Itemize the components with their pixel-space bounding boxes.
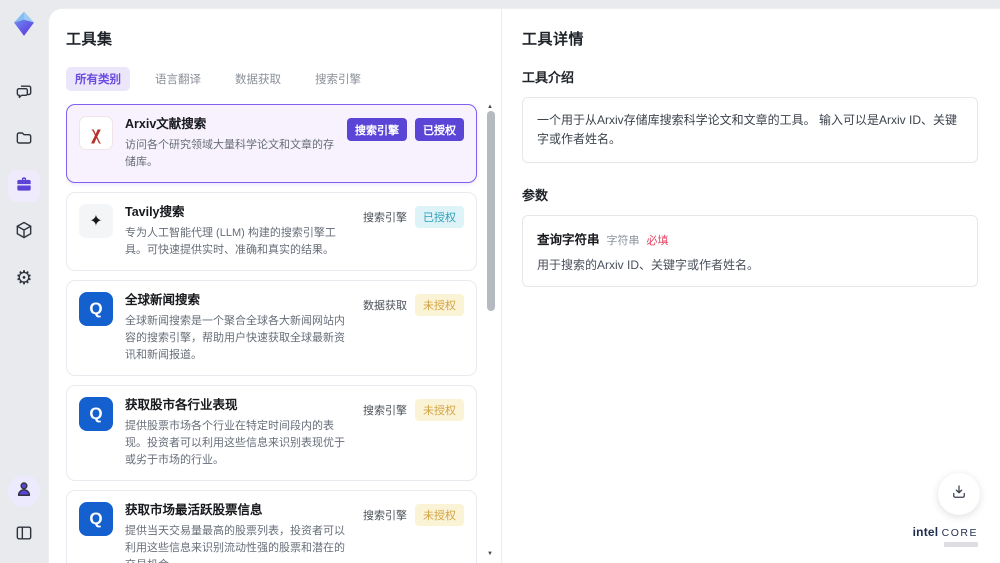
arxiv-logo-icon: χ (79, 116, 113, 150)
tool-name: Tavily搜索 (125, 204, 185, 219)
folder-icon (14, 128, 34, 153)
news-q-logo-icon: Q (79, 396, 113, 431)
gear-icon: ⚙ (15, 267, 33, 289)
sidebar-item-collapse[interactable] (8, 519, 40, 551)
sidebar-item-chat[interactable] (8, 78, 40, 110)
tool-description: 全球新闻搜索是一个聚合全球各大新闻网站内容的搜索引擎，帮助用户快速获取全球最新资… (125, 314, 345, 361)
page-title: 工具集 (66, 31, 113, 48)
sidebar-bottom (8, 475, 40, 551)
details-title: 工具详情 (522, 31, 585, 48)
intro-heading: 工具介绍 (522, 70, 575, 85)
tool-details-panel: 工具详情 工具介绍 一个用于从Arxiv存储库搜索科学论文和文章的工具。 输入可… (501, 9, 1000, 563)
tool-intro-text: 一个用于从Arxiv存储库搜索科学论文和文章的工具。 输入可以是Arxiv ID… (522, 97, 978, 164)
tool-list-item[interactable]: Q 获取股市各行业表现 提供股票市场各个行业在特定时间段内的表现。投资者可以利用… (66, 384, 477, 481)
tool-description: 提供股票市场各个行业在特定时间段内的表现。投资者可以利用这些信息来识别表现优于或… (125, 419, 345, 466)
category-tab[interactable]: 数据获取 (226, 67, 290, 91)
param-name: 查询字符串 (537, 233, 600, 248)
toolbox-icon (14, 174, 34, 199)
tools-panel: 工具集 所有类别 语言翻译 数据获取 搜索引擎 χ Arxiv文献搜索 访问各个研究领… (49, 9, 501, 563)
panel-toggle-icon (14, 523, 34, 548)
tool-category-badge: 数据获取 (363, 299, 407, 312)
news-q-logo-icon: Q (79, 501, 113, 536)
tool-name: 获取市场最活跃股票信息 (125, 502, 263, 517)
download-icon (950, 483, 968, 506)
tool-list-item[interactable]: Q 全球新闻搜索 全球新闻搜索是一个聚合全球各大新闻网站内容的搜索引擎，帮助用户… (66, 279, 477, 376)
tool-auth-badge: 未授权 (415, 398, 464, 421)
tool-category-badge: 搜索引擎 (347, 118, 407, 141)
tool-category-badge: 搜索引擎 (363, 509, 407, 522)
scroll-down-arrow-icon[interactable]: ▼ (487, 551, 493, 557)
scroll-up-arrow-icon[interactable]: ▲ (487, 104, 493, 110)
tool-category-badge: 搜索引擎 (363, 211, 407, 224)
tool-auth-badge: 未授权 (415, 293, 464, 316)
app-logo-gem-icon[interactable] (9, 10, 39, 40)
category-tab[interactable]: 搜索引擎 (306, 67, 370, 91)
tool-description: 提供当天交易量最高的股票列表，投资者可以利用这些信息来识别流动性强的股票和潜在的… (125, 524, 345, 563)
news-q-logo-icon: Q (79, 291, 113, 326)
cube-icon (14, 220, 34, 245)
tool-list-item[interactable]: Q 获取市场最活跃股票信息 提供当天交易量最高的股票列表，投资者可以利用这些信息… (66, 489, 477, 563)
tool-name: 获取股市各行业表现 (125, 397, 238, 412)
category-tab[interactable]: 语言翻译 (146, 67, 210, 91)
chat-icon (14, 82, 34, 107)
tool-name: Arxiv文献搜索 (125, 117, 207, 131)
tool-list-container: χ Arxiv文献搜索 访问各个研究领域大量科学论文和文章的存储库。 搜索引擎 … (66, 104, 501, 563)
sidebar-item-packages[interactable] (8, 216, 40, 248)
app-window: ⚙ 工具集 所有类别 语言翻译 数据获取 搜索引擎 χ Arxiv文献搜索 访问… (0, 0, 1000, 563)
param-description: 用于搜索的Arxiv ID、关键字或作者姓名。 (537, 258, 760, 273)
params-heading: 参数 (522, 188, 549, 204)
sidebar-item-tools[interactable] (8, 170, 40, 202)
tool-auth-badge: 已授权 (415, 118, 464, 141)
tool-name: 全球新闻搜索 (125, 292, 201, 307)
sidebar-nav: ⚙ (8, 78, 40, 294)
sparkle-icon: ✦ (79, 203, 113, 238)
tool-description: 访问各个研究领域大量科学论文和文章的存储库。 (125, 138, 334, 168)
category-tabs: 所有类别 语言翻译 数据获取 搜索引擎 (66, 67, 501, 91)
brand-intel: intel (912, 525, 939, 539)
scrollbar-thumb[interactable] (487, 111, 495, 311)
tool-description: 专为人工智能代理 (LLM) 构建的搜索引擎工具。可快速提供实时、准确和真实的结… (125, 226, 336, 256)
user-icon (14, 479, 34, 504)
param-list: 查询字符串 字符串 必填 用于搜索的Arxiv ID、关键字或作者姓名。 (522, 215, 978, 288)
param-card: 查询字符串 字符串 必填 用于搜索的Arxiv ID、关键字或作者姓名。 (522, 215, 978, 288)
category-tab[interactable]: 所有类别 (66, 67, 130, 91)
tool-auth-badge: 已授权 (415, 205, 464, 228)
sidebar-item-account[interactable] (8, 475, 40, 507)
tool-list-item[interactable]: χ Arxiv文献搜索 访问各个研究领域大量科学论文和文章的存储库。 搜索引擎 … (66, 104, 477, 183)
param-type: 字符串 (606, 235, 640, 248)
tool-auth-badge: 未授权 (415, 503, 464, 526)
download-button[interactable] (938, 473, 980, 515)
sidebar-item-settings[interactable]: ⚙ (8, 262, 40, 294)
main-content: 工具集 所有类别 语言翻译 数据获取 搜索引擎 χ Arxiv文献搜索 访问各个研究领… (48, 8, 1000, 563)
param-required-badge: 必填 (646, 235, 669, 248)
sidebar-item-files[interactable] (8, 124, 40, 156)
brand-core: CORE (941, 527, 978, 539)
brand-subtext-bar (944, 542, 978, 547)
intel-core-logo: intel CORE (913, 525, 978, 547)
tool-list-item[interactable]: ✦ Tavily搜索 专为人工智能代理 (LLM) 构建的搜索引擎工具。可快速提… (66, 191, 477, 271)
tool-category-badge: 搜索引擎 (363, 404, 407, 417)
sidebar: ⚙ (0, 0, 48, 563)
